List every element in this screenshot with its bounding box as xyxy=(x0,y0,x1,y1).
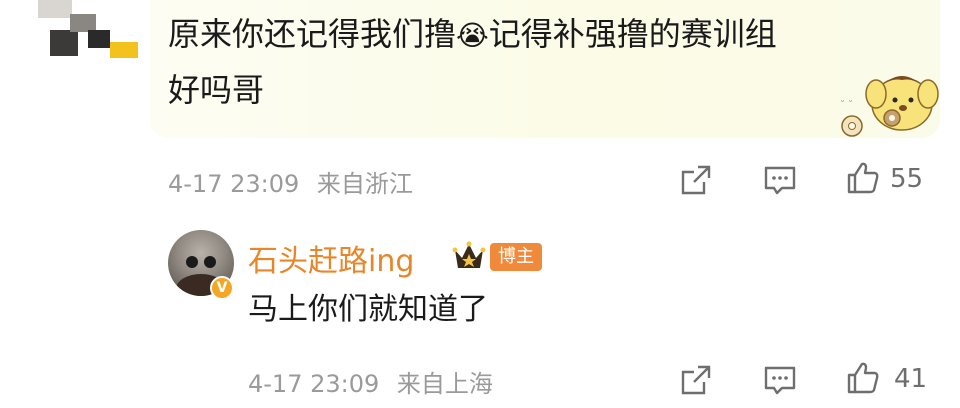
reply-like-icon[interactable] xyxy=(845,360,881,396)
comment-meta: 4-17 23:09 来自浙江 xyxy=(168,164,413,199)
comment-icon[interactable] xyxy=(762,162,798,198)
reply-comment-icon[interactable] xyxy=(762,362,798,398)
reply-meta: 4-17 23:09 来自上海 xyxy=(248,364,493,399)
crown-icon xyxy=(452,241,486,268)
verified-icon: V xyxy=(210,276,234,300)
reply-timestamp: 4-17 23:09 xyxy=(248,370,380,398)
comment-location: 来自浙江 xyxy=(316,170,413,198)
comment-text-part2: 记得补强撸的赛训组 xyxy=(488,15,777,53)
reply-like-count: 41 xyxy=(894,364,928,394)
svg-text:˘ ˘: ˘ ˘ xyxy=(840,99,853,111)
crying-emoji-icon: 😭 xyxy=(456,19,489,52)
reply-share-icon[interactable] xyxy=(678,362,714,398)
like-icon[interactable] xyxy=(845,160,881,196)
replier-username[interactable]: 石头赶路ing xyxy=(248,236,414,280)
host-badge: 博主 xyxy=(490,243,542,271)
reply-text: 马上你们就知道了 xyxy=(248,292,488,327)
comment-like-count: 55 xyxy=(890,164,924,194)
reply-location: 来自上海 xyxy=(396,370,493,398)
comment-text-part1: 原来你还记得我们撸 xyxy=(168,15,457,53)
share-icon[interactable] xyxy=(678,162,714,198)
comment-text-line2: 好吗哥 xyxy=(168,71,265,109)
comment-timestamp: 4-17 23:09 xyxy=(168,170,300,198)
comment-text-line1: 原来你还记得我们撸😭记得补强撸的赛训组 xyxy=(168,14,777,56)
pompompurin-sticker-icon: ˘ ˘ xyxy=(840,76,939,137)
commenter-avatar[interactable] xyxy=(30,0,138,62)
